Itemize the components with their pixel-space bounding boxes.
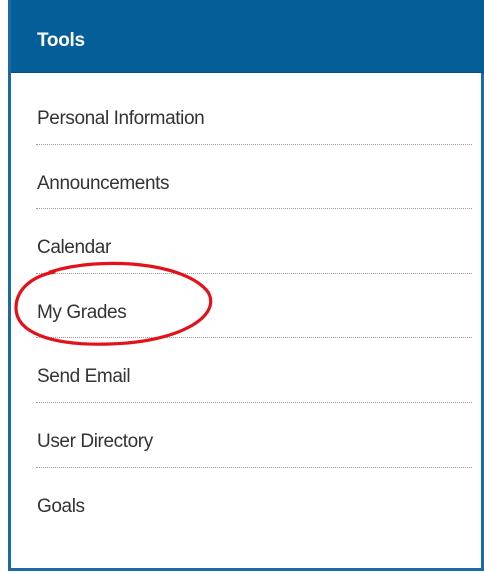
tool-link-user-directory[interactable]: User Directory <box>37 431 153 453</box>
panel-header: Tools <box>11 0 484 73</box>
divider <box>36 272 472 274</box>
tool-item-goals[interactable]: Goals <box>11 478 484 543</box>
tools-list: Personal Information Announcements Calen… <box>11 90 484 542</box>
tool-link-my-grades[interactable]: My Grades <box>37 302 127 324</box>
divider <box>36 401 472 403</box>
tool-link-personal-information[interactable]: Personal Information <box>37 108 205 130</box>
tool-item-calendar[interactable]: Calendar <box>11 219 484 284</box>
tool-link-announcements[interactable]: Announcements <box>37 173 170 195</box>
divider <box>36 143 472 145</box>
divider <box>36 337 472 339</box>
tool-item-announcements[interactable]: Announcements <box>11 155 484 220</box>
tool-item-user-directory[interactable]: User Directory <box>11 413 484 478</box>
tool-link-send-email[interactable]: Send Email <box>37 366 131 388</box>
tool-item-send-email[interactable]: Send Email <box>11 348 484 413</box>
divider <box>36 208 472 210</box>
tool-link-goals[interactable]: Goals <box>37 496 85 518</box>
tool-item-personal-information[interactable]: Personal Information <box>11 90 484 155</box>
tool-item-my-grades[interactable]: My Grades <box>11 284 484 349</box>
tools-panel: Tools Personal Information Announcements… <box>8 0 484 571</box>
panel-title: Tools <box>37 30 85 51</box>
divider <box>36 466 472 468</box>
tool-link-calendar[interactable]: Calendar <box>37 237 111 259</box>
